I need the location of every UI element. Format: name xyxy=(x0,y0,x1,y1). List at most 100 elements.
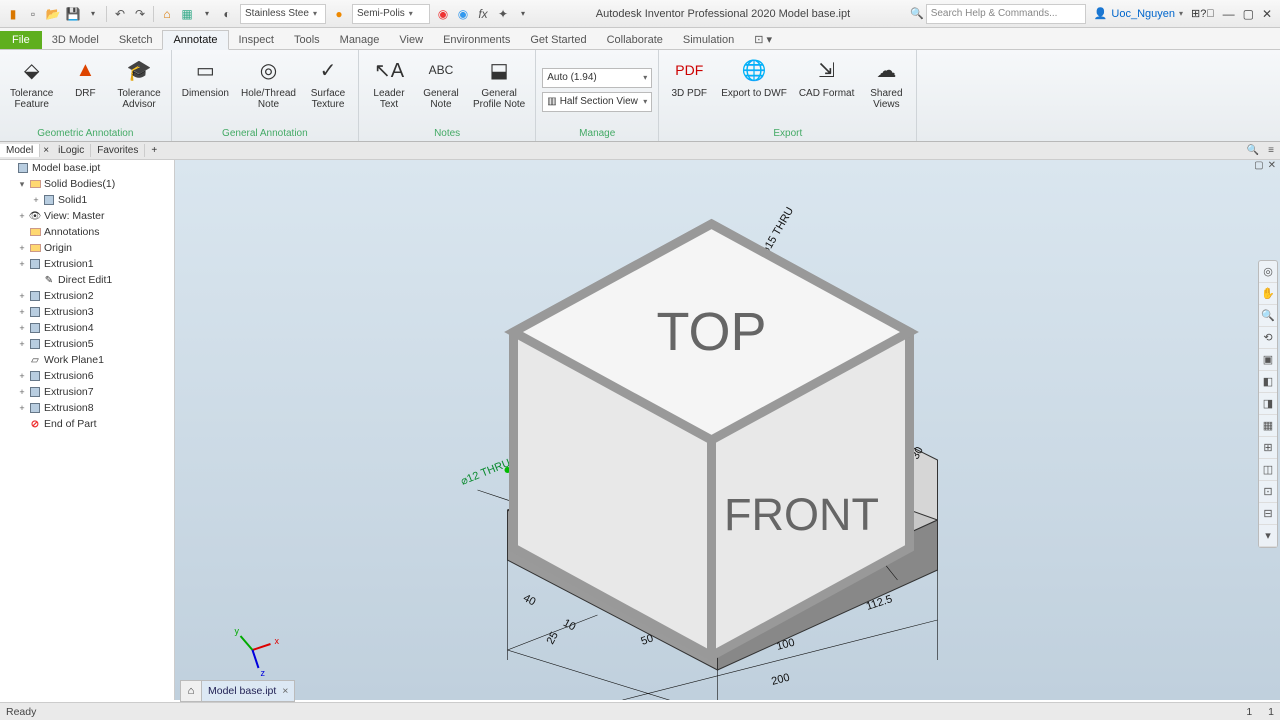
tree-node[interactable]: +Solid1 xyxy=(0,192,174,208)
qat-dropdown-icon[interactable]: ▾ xyxy=(514,5,532,23)
close-tab-icon[interactable]: × xyxy=(282,685,288,697)
tree-node[interactable]: +Extrusion2 xyxy=(0,288,174,304)
maximize-icon[interactable]: ▢ xyxy=(1243,7,1254,21)
orbit-icon[interactable]: ⟲ xyxy=(1259,327,1277,349)
tab-sketch[interactable]: Sketch xyxy=(109,31,163,49)
save-icon[interactable]: 💾 xyxy=(64,5,82,23)
favorites-icon[interactable]: ⊞ xyxy=(1191,7,1200,20)
section-view-dropdown[interactable]: ▥Half Section View▾ xyxy=(542,92,652,112)
view-cube[interactable]: TOP FRONT xyxy=(159,170,1264,710)
document-tab[interactable]: Model base.ipt × xyxy=(202,680,295,702)
leader-text-button[interactable]: ↖ALeaderText xyxy=(365,52,413,127)
close-icon[interactable]: ✕ xyxy=(1262,7,1272,21)
tree-node[interactable]: Model base.ipt xyxy=(0,160,174,176)
nav-tool-icon[interactable]: ◧ xyxy=(1259,371,1277,393)
hole-thread-note-button[interactable]: ◎Hole/ThreadNote xyxy=(237,52,300,127)
material-dropdown[interactable]: Stainless Stee ▾ xyxy=(240,4,326,24)
tab-collaborate[interactable]: Collaborate xyxy=(597,31,673,49)
tree-node[interactable]: ✎Direct Edit1 xyxy=(0,272,174,288)
pan-icon[interactable]: ✋ xyxy=(1259,283,1277,305)
search-input[interactable]: Search Help & Commands... xyxy=(926,4,1086,24)
nav-tool-icon[interactable]: ◫ xyxy=(1259,459,1277,481)
viewport-close-icon[interactable]: ✕ xyxy=(1268,160,1276,171)
nav-wheel-icon[interactable]: ◎ xyxy=(1259,261,1277,283)
tree-node[interactable]: ▾Solid Bodies(1) xyxy=(0,176,174,192)
help-icon[interactable]: ?⃝ xyxy=(1200,8,1214,20)
minimize-icon[interactable]: — xyxy=(1223,7,1235,21)
color2-icon[interactable]: ◉ xyxy=(454,5,472,23)
tree-node[interactable]: +Extrusion1 xyxy=(0,256,174,272)
tree-node[interactable]: +Extrusion3 xyxy=(0,304,174,320)
tree-node[interactable]: Annotations xyxy=(0,224,174,240)
select-icon[interactable]: ▦ xyxy=(178,5,196,23)
tree-node[interactable]: ⊘End of Part xyxy=(0,416,174,432)
main-area: Model base.ipt▾Solid Bodies(1)+Solid1+👁V… xyxy=(0,160,1280,700)
browser-tab-model[interactable]: Model xyxy=(0,144,40,157)
surface-texture-button[interactable]: ✓SurfaceTexture xyxy=(304,52,352,127)
3d-pdf-button[interactable]: PDF3D PDF xyxy=(665,52,713,127)
tree-node[interactable]: +Extrusion7 xyxy=(0,384,174,400)
drf-button[interactable]: ▲DRF xyxy=(61,52,109,127)
tab-annotate[interactable]: Annotate xyxy=(162,30,228,50)
nav-tool-icon[interactable]: ▦ xyxy=(1259,415,1277,437)
tree-node[interactable]: +Extrusion4 xyxy=(0,320,174,336)
tab-simulation[interactable]: Simulation xyxy=(673,31,744,49)
tolerance-feature-button[interactable]: ⬙ToleranceFeature xyxy=(6,52,57,127)
general-note-button[interactable]: ABCGeneralNote xyxy=(417,52,465,127)
undo-icon[interactable]: ↶ xyxy=(111,5,129,23)
tolerance-advisor-button[interactable]: 🎓ToleranceAdvisor xyxy=(113,52,164,127)
zoom-icon[interactable]: 🔍 xyxy=(1259,305,1277,327)
browser-menu-icon[interactable]: ≡ xyxy=(1262,145,1280,156)
tree-node[interactable]: +👁View: Master xyxy=(0,208,174,224)
save-dropdown-icon[interactable]: ▾ xyxy=(84,5,102,23)
tab-environments[interactable]: Environments xyxy=(433,31,520,49)
app-icon[interactable]: ▮ xyxy=(4,5,22,23)
home-tab-icon[interactable]: ⌂ xyxy=(180,680,202,702)
appearance-sphere-icon[interactable]: ● xyxy=(330,5,348,23)
tab-overflow-icon[interactable]: ⊡ ▾ xyxy=(744,30,782,49)
param-icon[interactable]: ✦ xyxy=(494,5,512,23)
shared-views-button[interactable]: ☁SharedViews xyxy=(862,52,910,127)
browser-tab-ilogic[interactable]: iLogic xyxy=(52,144,91,157)
tab-3d-model[interactable]: 3D Model xyxy=(42,31,109,49)
nav-tool-icon[interactable]: ▾ xyxy=(1259,525,1277,547)
tree-node[interactable]: +Extrusion6 xyxy=(0,368,174,384)
redo-icon[interactable]: ↷ xyxy=(131,5,149,23)
general-profile-note-button[interactable]: ⬓GeneralProfile Note xyxy=(469,52,529,127)
tree-node[interactable]: +Origin xyxy=(0,240,174,256)
new-icon[interactable]: ▫ xyxy=(24,5,42,23)
tab-get-started[interactable]: Get Started xyxy=(520,31,596,49)
add-tab-icon[interactable]: + xyxy=(145,144,163,157)
user-account[interactable]: 👤 Uoc_Nguyen ▾ xyxy=(1094,7,1183,20)
nav-tool-icon[interactable]: ◨ xyxy=(1259,393,1277,415)
tree-node[interactable]: ▱Work Plane1 xyxy=(0,352,174,368)
home-icon[interactable]: ⌂ xyxy=(158,5,176,23)
viewport[interactable]: ▢ ✕ TOP FRONT ◎ ✋ 🔍 ⟲ ▣ ◧ ◨ ▦ ⊞ ◫ ⊡ ⊟ ▾ xyxy=(175,160,1280,700)
browser-search-icon[interactable]: 🔍 xyxy=(1244,145,1262,156)
fx-icon[interactable]: fx xyxy=(474,5,492,23)
look-at-icon[interactable]: ▣ xyxy=(1259,349,1277,371)
status-value-2: 1 xyxy=(1268,706,1274,718)
export-dwf-button[interactable]: 🌐Export to DWF xyxy=(717,52,791,127)
search-icon[interactable]: 🔍 xyxy=(910,7,924,20)
tab-manage[interactable]: Manage xyxy=(330,31,390,49)
material-sphere-icon[interactable]: ◐ xyxy=(218,5,236,23)
appearance-dropdown[interactable]: Semi-Polis ▾ xyxy=(352,4,430,24)
file-tab[interactable]: File xyxy=(0,31,42,49)
open-icon[interactable]: 📂 xyxy=(44,5,62,23)
color-icon[interactable]: ◉ xyxy=(434,5,452,23)
tree-node[interactable]: +Extrusion5 xyxy=(0,336,174,352)
browser-tab-favorites[interactable]: Favorites xyxy=(91,144,145,157)
tab-tools[interactable]: Tools xyxy=(284,31,330,49)
nav-tool-icon[interactable]: ⊟ xyxy=(1259,503,1277,525)
dimension-button[interactable]: ▭Dimension xyxy=(178,52,233,127)
tree-node[interactable]: +Extrusion8 xyxy=(0,400,174,416)
tab-close-icon[interactable]: × xyxy=(40,145,52,156)
tab-inspect[interactable]: Inspect xyxy=(229,31,284,49)
tab-view[interactable]: View xyxy=(389,31,433,49)
nav-tool-icon[interactable]: ⊞ xyxy=(1259,437,1277,459)
cad-format-button[interactable]: ⇲CAD Format xyxy=(795,52,859,127)
select-dropdown-icon[interactable]: ▾ xyxy=(198,5,216,23)
nav-tool-icon[interactable]: ⊡ xyxy=(1259,481,1277,503)
annotation-scale-dropdown[interactable]: Auto (1.94)▾ xyxy=(542,68,652,88)
